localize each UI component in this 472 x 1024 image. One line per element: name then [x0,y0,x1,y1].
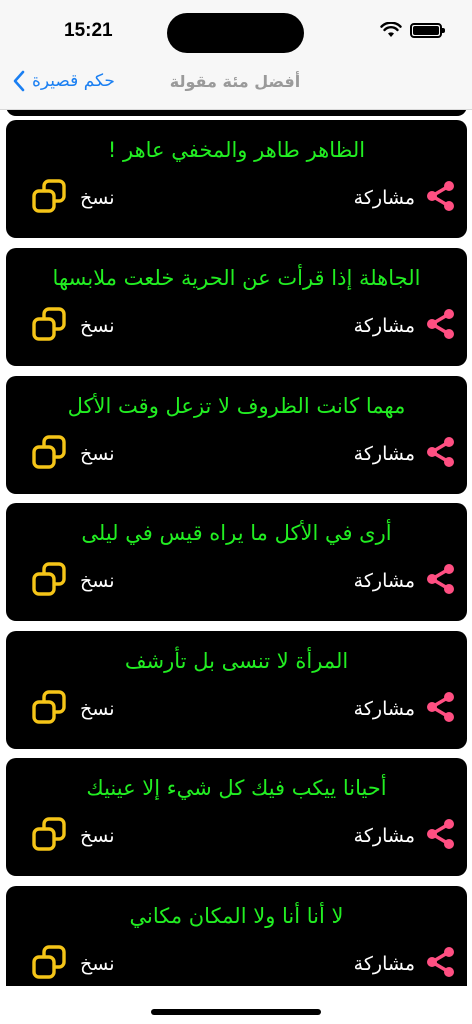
quote-text: مهما كانت الظروف لا تزعل وقت الأكل [67,394,406,418]
battery-icon [410,22,445,38]
copy-label: نسخ [80,443,115,465]
copy-label: نسخ [80,315,115,337]
copy-button[interactable]: نسخ [32,562,115,600]
share-icon [425,818,457,854]
share-button[interactable]: مشاركة [354,946,457,982]
share-label: مشاركة [353,953,415,975]
share-label: مشاركة [353,570,415,592]
copy-button[interactable]: نسخ [32,435,115,473]
copy-icon [32,945,66,983]
share-icon [425,436,457,472]
navigation-bar: حكم قصيرة أفضل مئة مقولة [0,62,472,110]
page-title: أفضل مئة مقولة [169,72,301,91]
wifi-icon [380,22,402,37]
quote-text: المرأة لا تنسى بل تأرشف [124,649,349,673]
share-icon [425,563,457,599]
dynamic-island [167,13,304,53]
quote-card: الجاهلة إذا قرأت عن الحرية خلعت ملابسها م… [6,248,467,366]
copy-label: نسخ [80,187,115,209]
copy-icon [32,690,66,728]
copy-button[interactable]: نسخ [32,690,115,728]
copy-label: نسخ [80,698,115,720]
quote-text: الظاهر طاهر والمخفي عاهر ! [107,138,366,162]
back-button[interactable]: حكم قصيرة [12,70,115,92]
home-indicator [151,1009,321,1015]
share-label: مشاركة [353,443,415,465]
copy-label: نسخ [80,570,115,592]
share-label: مشاركة [353,698,415,720]
share-button[interactable]: مشاركة [354,563,457,599]
status-bar: 15:21 [0,0,472,62]
quotes-list[interactable]: الظاهر طاهر والمخفي عاهر ! مشاركة نسخ الجاه… [0,110,472,986]
share-button[interactable]: مشاركة [354,436,457,472]
share-label: مشاركة [353,187,415,209]
quote-card: أرى في الأكل ما يراه قيس في ليلى مشاركة نس… [6,503,467,621]
share-button[interactable]: مشاركة [354,818,457,854]
share-icon [425,946,457,982]
quote-text: لا أنا أنا ولا المكان مكاني [129,904,344,928]
copy-button[interactable]: نسخ [32,179,115,217]
share-icon [425,691,457,727]
copy-button[interactable]: نسخ [32,307,115,345]
quote-card-partial [6,110,467,116]
back-button-label: حكم قصيرة [32,71,115,91]
copy-label: نسخ [80,953,115,975]
share-icon [425,308,457,344]
copy-label: نسخ [80,825,115,847]
quote-card: أحيانا ييكب فيك كل شيء إلا عينيك مشاركة نس… [6,758,467,876]
quote-card: المرأة لا تنسى بل تأرشف مشاركة نسخ [6,631,467,749]
copy-icon [32,817,66,855]
quote-text: أرى في الأكل ما يراه قيس في ليلى [81,521,392,545]
bottom-safe-area [0,986,472,1024]
share-button[interactable]: مشاركة [354,308,457,344]
copy-button[interactable]: نسخ [32,945,115,983]
copy-icon [32,307,66,345]
share-icon [425,180,457,216]
status-time: 15:21 [64,20,113,41]
quote-text: أحيانا ييكب فيك كل شيء إلا عينيك [86,776,387,800]
copy-icon [32,435,66,473]
quote-text: الجاهلة إذا قرأت عن الحرية خلعت ملابسها [52,266,421,290]
share-button[interactable]: مشاركة [354,691,457,727]
copy-icon [32,179,66,217]
share-button[interactable]: مشاركة [354,180,457,216]
share-label: مشاركة [353,315,415,337]
copy-button[interactable]: نسخ [32,817,115,855]
share-label: مشاركة [353,825,415,847]
copy-icon [32,562,66,600]
quote-card: مهما كانت الظروف لا تزعل وقت الأكل مشاركة… [6,376,467,494]
quote-card: لا أنا أنا ولا المكان مكاني مشاركة نسخ [6,886,467,986]
status-icons [380,22,445,38]
chevron-left-icon [13,70,25,92]
quote-card: الظاهر طاهر والمخفي عاهر ! مشاركة نسخ [6,120,467,238]
